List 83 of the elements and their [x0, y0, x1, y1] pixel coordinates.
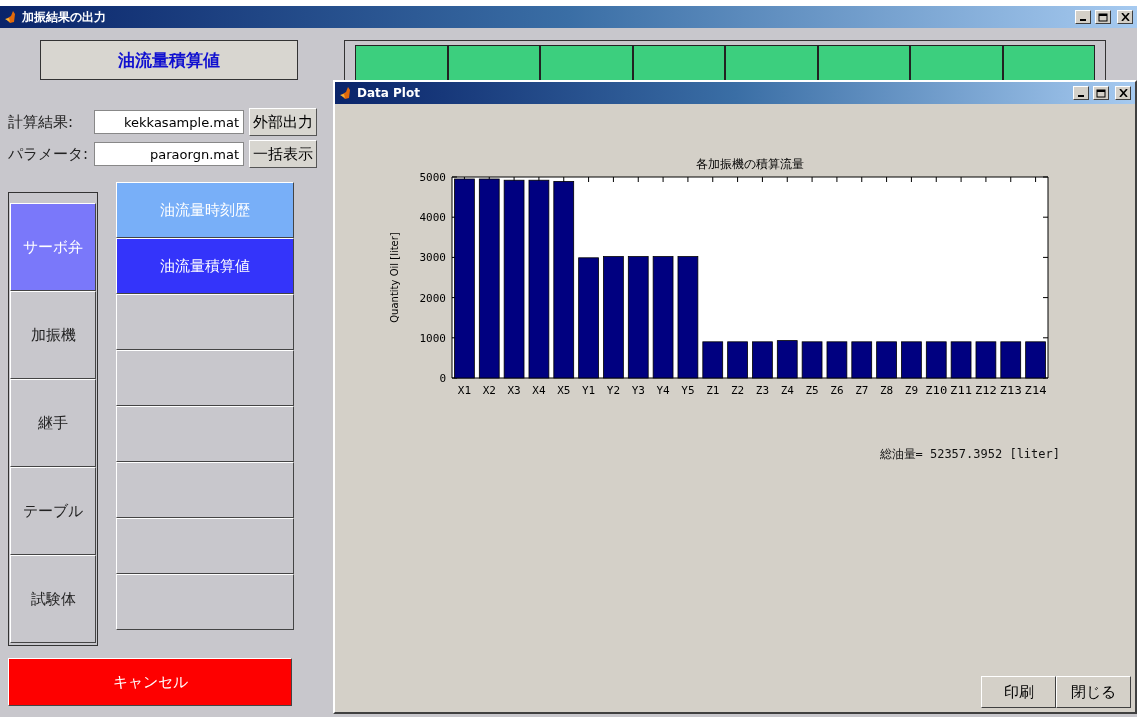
output-button[interactable]: 油流量積算値: [116, 238, 294, 294]
y-tick-label: 0: [439, 372, 446, 385]
category-button[interactable]: 継手: [10, 379, 96, 467]
x-tick-label: Z3: [755, 384, 770, 397]
blank-button[interactable]: [116, 406, 294, 462]
x-tick-label: Y3: [631, 384, 645, 397]
x-tick-label: Y2: [606, 384, 621, 397]
x-tick-label: Z2: [730, 384, 745, 397]
x-tick-label: Z7: [855, 384, 869, 397]
bar: [901, 341, 922, 379]
close-button[interactable]: [1117, 10, 1133, 24]
file-field[interactable]: paraorgn.mat: [94, 142, 244, 166]
total-text: 総油量= 52357.3952 [liter]: [879, 446, 1060, 463]
bar: [975, 341, 997, 379]
x-tick-label: Z11: [950, 384, 970, 397]
maximize-icon: [1096, 88, 1106, 98]
x-tick-label: Y1: [581, 384, 596, 397]
app-logo-icon: [339, 86, 353, 100]
minimize-button[interactable]: [1073, 86, 1089, 100]
category-button[interactable]: 試験体: [10, 555, 96, 643]
file-field[interactable]: kekkasample.mat: [94, 110, 244, 134]
app-logo-icon: [4, 10, 18, 24]
x-tick-label: X1: [457, 384, 472, 397]
header-label: 油流量積算値: [40, 40, 298, 80]
y-tick-label: 2000: [419, 291, 446, 305]
x-tick-label: Z12: [974, 384, 995, 397]
x-tick-label: Z10: [925, 384, 946, 397]
action-button[interactable]: 一括表示: [249, 140, 317, 168]
bar: [727, 341, 748, 379]
x-tick-label: Z8: [879, 384, 894, 397]
blank-button[interactable]: [116, 518, 294, 574]
close-icon: [1120, 13, 1130, 21]
plot-window-title: Data Plot: [357, 86, 420, 100]
x-tick-label: X2: [482, 384, 496, 397]
window-title: 加振結果の出力: [22, 8, 106, 26]
x-tick-label: Z6: [830, 384, 844, 397]
bar: [752, 341, 773, 379]
bar: [702, 341, 724, 379]
print-button[interactable]: 印刷: [981, 676, 1056, 708]
bar: [925, 341, 947, 379]
chart-title: 各加振機の積算流量: [696, 157, 804, 171]
minimize-button[interactable]: [1075, 10, 1091, 24]
x-tick-label: X3: [507, 384, 521, 397]
category-button[interactable]: テーブル: [10, 467, 96, 555]
y-tick-label: 4000: [419, 211, 446, 225]
bar: [851, 341, 873, 379]
bar: [1000, 341, 1022, 379]
y-tick-label: 5000: [419, 171, 446, 184]
bar: [801, 341, 823, 379]
bar: [776, 340, 798, 379]
x-tick-label: Z1: [706, 384, 720, 397]
x-tick-label: Y5: [681, 384, 695, 397]
category-button[interactable]: 加振機: [10, 291, 96, 379]
y-tick-label: 1000: [419, 331, 446, 345]
close-window-button[interactable]: 閉じる: [1056, 676, 1131, 708]
category-button[interactable]: サーボ弁: [10, 203, 96, 291]
close-button[interactable]: [1115, 86, 1131, 100]
x-tick-label: Z14: [1024, 384, 1045, 397]
close-icon: [1118, 89, 1128, 97]
x-tick-label: Z4: [780, 384, 794, 397]
action-button[interactable]: 外部出力: [249, 108, 317, 136]
y-tick-label: 3000: [419, 251, 446, 265]
maximize-button[interactable]: [1095, 10, 1111, 24]
bar: [826, 341, 848, 379]
blank-button[interactable]: [116, 462, 294, 518]
blank-button[interactable]: [116, 574, 294, 630]
maximize-icon: [1098, 12, 1108, 22]
cancel-button[interactable]: キャンセル: [8, 658, 292, 706]
x-tick-label: X4: [532, 384, 546, 397]
maximize-button[interactable]: [1093, 86, 1109, 100]
y-axis-label: Quantity Oil [liter]: [389, 232, 400, 323]
bar: [876, 341, 897, 379]
field-label: 計算結果:: [8, 112, 75, 132]
bar: [950, 341, 972, 379]
blank-button[interactable]: [116, 350, 294, 406]
field-label: パラメータ:: [8, 144, 90, 164]
x-tick-label: X5: [557, 384, 571, 397]
x-tick-label: Z5: [805, 384, 819, 397]
bar: [1025, 341, 1046, 379]
x-tick-label: Z9: [904, 384, 919, 397]
blank-button[interactable]: [116, 294, 294, 350]
x-tick-label: Y4: [656, 384, 670, 397]
x-tick-label: Z13: [999, 384, 1020, 397]
